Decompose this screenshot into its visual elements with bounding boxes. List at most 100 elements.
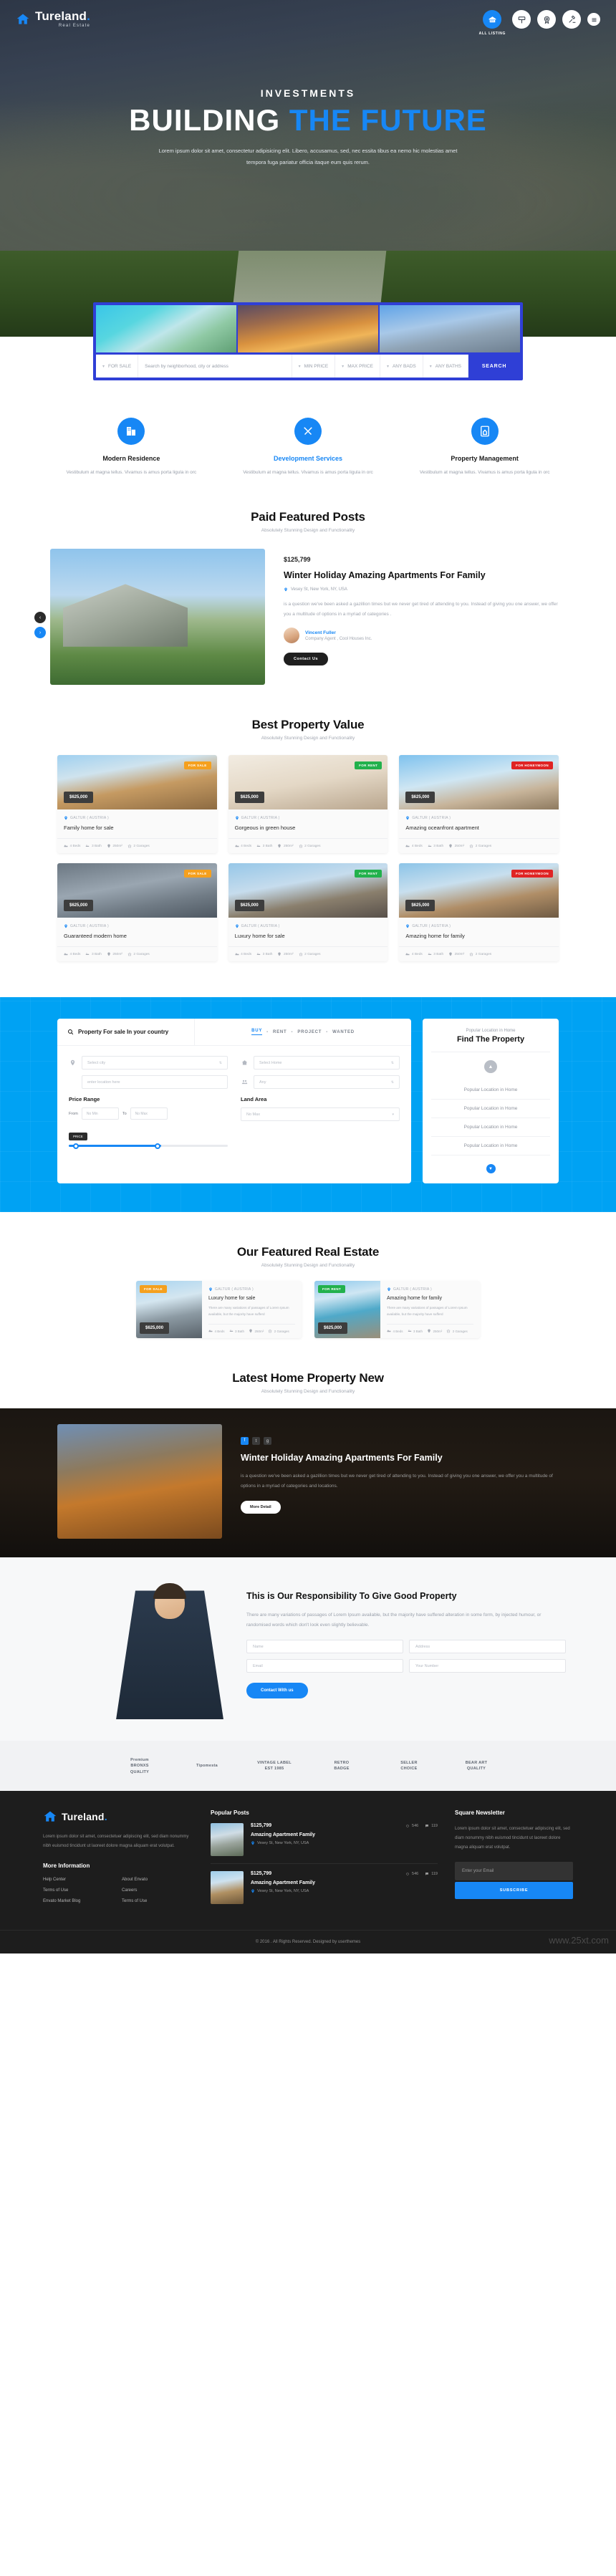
stepper-icon[interactable]: ⇅ — [391, 1080, 394, 1085]
property-title[interactable]: Family home for sale — [64, 825, 211, 831]
email-input[interactable]: Enter your Email — [455, 1862, 573, 1881]
sign-board-icon[interactable] — [512, 10, 531, 29]
tab-buy[interactable]: BUY — [251, 1029, 263, 1036]
tab-rent[interactable]: RENT — [273, 1030, 287, 1034]
carousel-prev-icon[interactable]: ‹ — [34, 612, 46, 623]
google-plus-icon[interactable]: g — [264, 1437, 271, 1446]
search-button[interactable]: SEARCH — [468, 355, 520, 378]
property-title[interactable]: Amazing home for family — [387, 1296, 473, 1301]
property-card[interactable]: FOR SALE $625,000 GALTUR ( AUSTRIA ) Family… — [57, 755, 217, 853]
footer-logo[interactable]: Tureland. — [43, 1810, 193, 1824]
location-input[interactable]: enter location here — [82, 1075, 228, 1090]
property-card[interactable]: FOR HONEYMOON $625,000 GALTUR ( AUSTRIA ) A… — [399, 863, 559, 961]
price-min-input[interactable]: No Min — [81, 1107, 119, 1120]
property-title[interactable]: Luxury home for sale — [235, 933, 382, 939]
email-field[interactable]: Email — [246, 1659, 403, 1673]
contact-us-button[interactable]: Contact Us — [284, 653, 329, 666]
footer-post-thumbnail[interactable] — [211, 1871, 244, 1905]
property-card[interactable]: FOR RENT $625,000 GALTUR ( AUSTRIA ) Luxury… — [228, 863, 388, 961]
footer-post-thumbnail[interactable] — [211, 1823, 244, 1857]
address-field[interactable]: Address — [409, 1640, 566, 1654]
property-image[interactable]: FOR HONEYMOON $625,000 — [399, 755, 559, 809]
footer-link[interactable]: About Envato — [122, 1878, 193, 1882]
search-field-min-price[interactable]: ▾ MIN PRICE — [292, 355, 336, 378]
contact-with-us-button[interactable]: Contact With us — [246, 1683, 308, 1699]
property-card[interactable]: FOR SALE $625,000 GALTUR ( AUSTRIA ) Guaran… — [57, 863, 217, 961]
hamburger-menu-icon[interactable] — [587, 13, 600, 26]
price-max-input[interactable]: No Max — [130, 1107, 168, 1120]
property-image[interactable]: FOR SALE $625,000 — [57, 863, 217, 918]
news-image[interactable] — [57, 1424, 222, 1539]
footer-post-title[interactable]: Amazing Apartment Family — [251, 1880, 438, 1885]
city-image-newyork[interactable] — [238, 305, 378, 352]
agent-name[interactable]: Vincent Fuller — [305, 630, 372, 635]
footer-link[interactable]: Help Center — [43, 1878, 115, 1882]
property-title[interactable]: Guaranteed modern home — [64, 933, 211, 939]
search-input-keyword[interactable]: Search by neighborhood, city or address — [138, 355, 292, 378]
site-logo[interactable]: Tureland. Real Estate — [16, 10, 90, 28]
footer-post-title[interactable]: Amazing Apartment Family — [251, 1832, 438, 1837]
service-development[interactable]: Development Services Vestibulum at magna… — [220, 418, 397, 477]
phone-field[interactable]: Your Number — [409, 1659, 566, 1673]
stepper-icon[interactable]: ⇅ — [219, 1061, 222, 1065]
any-input[interactable]: Any ⇅ — [254, 1075, 400, 1090]
price-slider[interactable]: PRICE — [69, 1128, 228, 1149]
featured-estate-card[interactable]: FOR RENT $625,000 GALTUR ( AUSTRIA ) Amazin… — [314, 1281, 480, 1339]
scroll-up-icon[interactable]: ▲ — [484, 1060, 497, 1073]
property-title[interactable]: Amazing home for family — [405, 933, 552, 939]
land-area-input[interactable]: No Max ▾ — [241, 1107, 400, 1122]
popular-location-item[interactable]: Popular Location in Home — [431, 1100, 550, 1118]
city-image-chicago[interactable] — [380, 305, 520, 352]
scroll-down-icon[interactable]: ▼ — [486, 1164, 496, 1173]
property-image[interactable]: FOR RENT $625,000 — [228, 755, 388, 809]
nav-item-all-listing[interactable]: ALL LISTING — [479, 10, 506, 36]
city-image-miami[interactable] — [96, 305, 236, 352]
tab-wanted[interactable]: WANTED — [332, 1030, 355, 1034]
footer-link[interactable]: Terms of Use — [43, 1888, 115, 1893]
popular-location-item[interactable]: Popular Location in Home — [431, 1081, 550, 1100]
property-title[interactable]: Amazing oceanfront apartment — [405, 825, 552, 831]
stepper-icon[interactable]: ⇅ — [391, 1061, 394, 1065]
nav-item-award[interactable] — [537, 10, 556, 29]
search-field-max-price[interactable]: ▾ MAX PRICE — [335, 355, 380, 378]
facebook-icon[interactable]: f — [241, 1437, 249, 1446]
tab-project[interactable]: PROJECT — [297, 1030, 322, 1034]
name-field[interactable]: Name — [246, 1640, 403, 1654]
carousel-next-icon[interactable]: › — [34, 627, 46, 638]
nav-item-auction[interactable] — [562, 10, 581, 29]
property-image[interactable]: FOR HONEYMOON $625,000 — [399, 863, 559, 918]
featured-estate-card[interactable]: FOR SALE $625,000 GALTUR ( AUSTRIA ) Luxury… — [136, 1281, 302, 1339]
select-home-input[interactable]: Select Home ⇅ — [254, 1056, 400, 1070]
property-card[interactable]: FOR HONEYMOON $625,000 GALTUR ( AUSTRIA ) A… — [399, 755, 559, 853]
nav-item-listings-sign[interactable] — [512, 10, 531, 29]
footer-link[interactable]: Terms of Use — [122, 1899, 193, 1903]
footer-link[interactable]: Envato Market Blog — [43, 1899, 115, 1903]
property-card[interactable]: FOR RENT $625,000 GALTUR ( AUSTRIA ) Gorgeo… — [228, 755, 388, 853]
popular-location-item[interactable]: Popular Location in Home — [431, 1118, 550, 1137]
price-slider-knob-min[interactable] — [73, 1143, 79, 1149]
twitter-icon[interactable]: t — [252, 1437, 260, 1446]
price-slider-track[interactable] — [69, 1143, 228, 1149]
chevron-down-icon[interactable]: ▾ — [392, 1112, 394, 1117]
property-image[interactable]: FOR RENT $625,000 — [314, 1281, 380, 1339]
popular-location-item[interactable]: Popular Location in Home — [431, 1137, 550, 1155]
gavel-icon[interactable] — [562, 10, 581, 29]
house-icon[interactable] — [483, 10, 502, 29]
property-image[interactable]: FOR RENT $625,000 — [228, 863, 388, 918]
footer-post-item[interactable]: $125,799 546 119 Amazing Apartment Family Ve… — [211, 1816, 438, 1865]
select-city-input[interactable]: Select city ⇅ — [82, 1056, 228, 1070]
search-field-status[interactable]: ▾ FOR SALE — [96, 355, 139, 378]
more-detail-button[interactable]: More Detail — [241, 1500, 281, 1514]
footer-post-item[interactable]: $125,799 546 119 Amazing Apartment Family Ve… — [211, 1864, 438, 1911]
search-field-beds[interactable]: ▾ ANY BADS — [380, 355, 423, 378]
price-slider-knob-max[interactable] — [154, 1143, 160, 1149]
service-property-management[interactable]: Property Management Vestibulum at magna … — [396, 418, 573, 477]
service-modern-residence[interactable]: Modern Residence Vestibulum at magna tel… — [43, 418, 220, 477]
property-title[interactable]: Luxury home for sale — [208, 1296, 295, 1301]
property-image[interactable]: FOR SALE $625,000 — [57, 755, 217, 809]
search-field-baths[interactable]: ▾ ANY BATHS — [423, 355, 468, 378]
subscribe-button[interactable]: SUBSCRIBE — [455, 1882, 573, 1900]
award-target-icon[interactable] — [537, 10, 556, 29]
featured-post-image[interactable] — [50, 549, 265, 685]
property-title[interactable]: Gorgeous in green house — [235, 825, 382, 831]
